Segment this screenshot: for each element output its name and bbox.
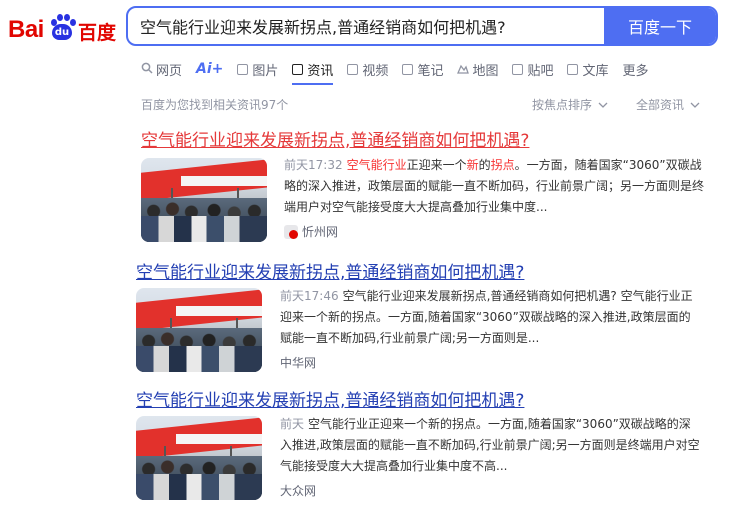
image-icon bbox=[237, 63, 249, 75]
tab-label: 图片 bbox=[252, 63, 279, 79]
source-name: 忻州网 bbox=[302, 225, 339, 239]
tab-label: 地图 bbox=[472, 63, 499, 79]
result-title-link[interactable]: 空气能行业迎来发展新拐点,普通经销商如何把机遇? bbox=[141, 126, 529, 151]
result-thumbnail[interactable] bbox=[141, 158, 267, 242]
result-title-link[interactable]: 空气能行业迎来发展新拐点,普通经销商如何把机遇? bbox=[136, 258, 524, 283]
map-icon bbox=[457, 62, 470, 77]
result-snippet: 前天17:32 空气能行业正迎来一个新的拐点。一方面，随着国家“3060”双碳战略… bbox=[284, 155, 704, 218]
tab-news[interactable]: 资讯 bbox=[292, 58, 334, 85]
tieba-icon bbox=[512, 63, 524, 75]
tab-more[interactable]: 更多 bbox=[623, 58, 649, 80]
search-icon bbox=[141, 62, 153, 77]
tab-label: 笔记 bbox=[417, 63, 444, 79]
snippet-highlight: 拐点 bbox=[490, 158, 515, 172]
news-icon bbox=[292, 63, 304, 75]
tab-video[interactable]: 视频 bbox=[347, 58, 388, 80]
tab-tieba[interactable]: 贴吧 bbox=[512, 58, 553, 80]
sort-label: 按焦点排序 bbox=[532, 98, 593, 112]
tab-label: 资讯 bbox=[307, 63, 334, 79]
ai-icon: Ai+ bbox=[196, 61, 224, 77]
search-input[interactable] bbox=[128, 8, 604, 44]
tab-label: 更多 bbox=[622, 63, 649, 79]
chevron-down-icon bbox=[690, 102, 700, 108]
snippet-highlight: 新 bbox=[466, 158, 479, 172]
logo-text-bai: Bai bbox=[8, 16, 44, 43]
tab-notes[interactable]: 笔记 bbox=[402, 58, 443, 80]
result-title-link[interactable]: 空气能行业迎来发展新拐点,普通经销商如何把机遇? bbox=[136, 386, 524, 411]
source-name: 中华网 bbox=[280, 356, 317, 370]
tab-map[interactable]: 地图 bbox=[457, 58, 498, 80]
search-tabs: 网页 Ai+ 图片 资讯 视频 笔记 地图 贴吧 文库 更多 bbox=[141, 58, 663, 85]
result-source[interactable]: 中华网 bbox=[280, 354, 316, 371]
result-time: 前天17:46 bbox=[280, 289, 339, 303]
tab-label: 网页 bbox=[156, 63, 183, 79]
sort-dropdown[interactable]: 按焦点排序 bbox=[532, 96, 608, 113]
snippet-text: 空气能行业迎来发展新拐点,普通经销商如何把机遇? 空气能行业正迎来一个新的拐点。… bbox=[280, 289, 693, 345]
note-icon bbox=[402, 63, 414, 75]
search-bar: 百度一下 bbox=[126, 6, 718, 46]
tab-images[interactable]: 图片 bbox=[237, 58, 278, 80]
result-thumbnail[interactable] bbox=[136, 416, 262, 500]
library-icon bbox=[567, 63, 579, 75]
result-snippet: 前天 空气能行业正迎来一个新的拐点。一方面,随着国家“3060”双碳战略的深入推进… bbox=[280, 414, 700, 477]
result-source[interactable]: 大众网 bbox=[280, 482, 316, 499]
search-button[interactable]: 百度一下 bbox=[604, 8, 716, 44]
tab-library[interactable]: 文库 bbox=[567, 58, 609, 80]
chevron-down-icon bbox=[598, 102, 608, 108]
result-count: 百度为您找到相关资讯97个 bbox=[141, 98, 289, 112]
filter-label: 全部资讯 bbox=[636, 98, 685, 112]
result-time: 前天 bbox=[280, 417, 305, 431]
logo-paw-text: du bbox=[52, 24, 72, 40]
snippet-text: 正迎来一个 bbox=[406, 158, 467, 172]
result-source[interactable]: 忻州网 bbox=[284, 223, 338, 240]
source-logo-icon bbox=[284, 224, 298, 239]
tab-label: 视频 bbox=[362, 63, 389, 79]
snippet-text: 的 bbox=[478, 158, 491, 172]
result-time: 前天17:32 bbox=[284, 158, 343, 172]
tab-label: 贴吧 bbox=[527, 63, 554, 79]
tab-label: 文库 bbox=[582, 63, 609, 79]
tab-web[interactable]: 网页 bbox=[141, 58, 182, 80]
baidu-logo[interactable]: Bai du 百度 bbox=[8, 10, 117, 44]
result-thumbnail[interactable] bbox=[136, 288, 262, 372]
filter-dropdown[interactable]: 全部资讯 bbox=[636, 96, 700, 113]
snippet-highlight: 空气能行业 bbox=[346, 158, 407, 172]
news-result: 空气能行业迎来发展新拐点,普通经销商如何把机遇? 前天 空气能行业正迎来一个新的拐… bbox=[136, 386, 711, 506]
paw-logo-icon: du bbox=[48, 14, 76, 42]
news-result: 空气能行业迎来发展新拐点,普通经销商如何把机遇? 前天17:32 空气能行业正迎来… bbox=[141, 126, 711, 246]
snippet-text: 空气能行业正迎来一个新的拐点。一方面,随着国家“3060”双碳战略的深入推进,政… bbox=[280, 417, 700, 473]
news-result: 空气能行业迎来发展新拐点,普通经销商如何把机遇? 前天17:46 空气能行业迎来发… bbox=[136, 258, 711, 378]
logo-text-baidu: 百度 bbox=[78, 22, 117, 44]
source-name: 大众网 bbox=[280, 484, 317, 498]
tab-ai[interactable]: Ai+ bbox=[196, 58, 223, 80]
result-meta: 百度为您找到相关资讯97个 按焦点排序 全部资讯 bbox=[141, 96, 701, 114]
result-snippet: 前天17:46 空气能行业迎来发展新拐点,普通经销商如何把机遇? 空气能行业正迎来… bbox=[280, 286, 700, 349]
video-icon bbox=[347, 63, 359, 75]
